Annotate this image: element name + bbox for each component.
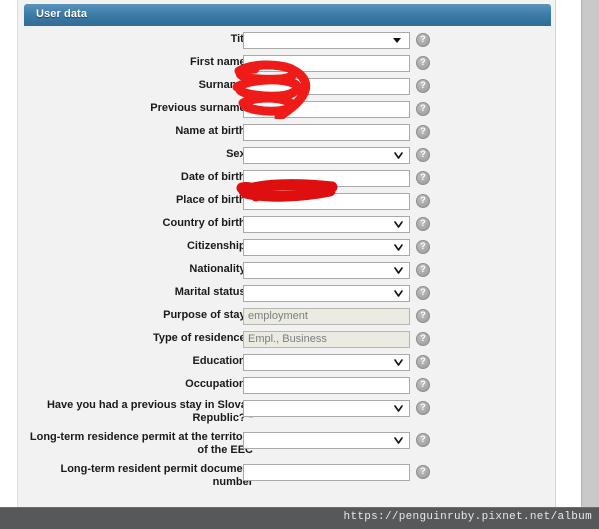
help-icon[interactable] [416, 378, 430, 392]
label-nationality: Nationality * [23, 263, 253, 276]
select-marital-status[interactable] [243, 285, 410, 302]
label-citizenship: Citizenship * [23, 240, 253, 253]
form-row: Long-term resident permit document numbe… [18, 462, 557, 494]
form-row: Title [18, 30, 557, 53]
help-icon[interactable] [416, 217, 430, 231]
label-marital-status: Marital status * [23, 286, 253, 299]
form-row: Nationality * [18, 260, 557, 283]
label-long-term-residence-permit-at-the-territory-of: Long-term residence permit at the territ… [29, 431, 253, 456]
input-place-of-birth[interactable] [243, 193, 410, 210]
label-have-you-had-a-previous-stay-in-slovak-republi: Have you had a previous stay in Slovak R… [46, 399, 253, 424]
form-row: Purpose of stay *employment [18, 306, 557, 329]
label-surname: Surname * [23, 79, 253, 92]
help-icon[interactable] [416, 286, 430, 300]
help-icon[interactable] [416, 148, 430, 162]
form-row: Education * [18, 352, 557, 375]
form-row: Previous surname * [18, 99, 557, 122]
help-icon[interactable] [416, 79, 430, 93]
label-purpose-of-stay: Purpose of stay * [23, 309, 253, 322]
input-date-of-birth[interactable] [243, 170, 410, 187]
user-data-panel: User data Title First name * Surname * Prev… [17, 0, 556, 516]
help-icon[interactable] [416, 355, 430, 369]
form-row: Place of birth * [18, 191, 557, 214]
help-icon[interactable] [416, 240, 430, 254]
input-occupation[interactable] [243, 377, 410, 394]
help-icon[interactable] [416, 401, 430, 415]
form-row: Type of residence *Empl., Business [18, 329, 557, 352]
select-long-term-residence-permit-at-the-territory-of[interactable] [243, 432, 410, 449]
help-icon[interactable] [416, 56, 430, 70]
select-nationality[interactable] [243, 262, 410, 279]
label-previous-surname: Previous surname * [23, 102, 253, 115]
input-type-of-residence[interactable]: Empl., Business [243, 331, 410, 348]
input-surname[interactable] [243, 78, 410, 95]
input-long-term-resident-permit-document-number[interactable] [243, 464, 410, 481]
help-icon[interactable] [416, 433, 430, 447]
select-have-you-had-a-previous-stay-in-slovak-republi[interactable] [243, 400, 410, 417]
browser-scrollbar-strip[interactable] [581, 0, 599, 529]
form-row: Date of birth * [18, 168, 557, 191]
label-type-of-residence: Type of residence * [23, 332, 253, 345]
panel-header: User data [24, 4, 551, 26]
watermark-url: https://penguinruby.pixnet.net/album [343, 511, 592, 523]
form-row: Have you had a previous stay in Slovak R… [18, 398, 557, 430]
watermark-bar: https://penguinruby.pixnet.net/album [0, 507, 599, 529]
form-row: Marital status * [18, 283, 557, 306]
help-icon[interactable] [416, 465, 430, 479]
select-citizenship[interactable] [243, 239, 410, 256]
help-icon[interactable] [416, 33, 430, 47]
form-row: Surname * [18, 76, 557, 99]
help-icon[interactable] [416, 102, 430, 116]
label-place-of-birth: Place of birth * [23, 194, 253, 207]
form-row: Name at birth * [18, 122, 557, 145]
input-previous-surname[interactable] [243, 101, 410, 118]
form-row: Occupation * [18, 375, 557, 398]
label-name-at-birth: Name at birth * [23, 125, 253, 138]
label-title: Title [230, 33, 253, 45]
help-icon[interactable] [416, 171, 430, 185]
label-occupation: Occupation * [23, 378, 253, 391]
input-first-name[interactable] [243, 55, 410, 72]
form-row: Sex * [18, 145, 557, 168]
help-icon[interactable] [416, 125, 430, 139]
select-sex[interactable] [243, 147, 410, 164]
form-row: First name * [18, 53, 557, 76]
label-first-name: First name * [23, 56, 253, 69]
form-row: Citizenship * [18, 237, 557, 260]
user-data-form: Title First name * Surname * Previous surna… [18, 30, 557, 494]
help-icon[interactable] [416, 263, 430, 277]
form-row: Long-term residence permit at the territ… [18, 430, 557, 462]
label-education: Education * [23, 355, 253, 368]
label-country-of-birth: Country of birth * [23, 217, 253, 230]
form-row: Country of birth * [18, 214, 557, 237]
label-sex: Sex * [23, 148, 253, 161]
input-purpose-of-stay[interactable]: employment [243, 308, 410, 325]
help-icon[interactable] [416, 309, 430, 323]
label-date-of-birth: Date of birth * [23, 171, 253, 184]
help-icon[interactable] [416, 194, 430, 208]
page-title: User data [36, 8, 88, 20]
select-title[interactable] [243, 32, 410, 49]
screenshot-root: User data Title First name * Surname * Prev… [0, 0, 599, 529]
help-icon[interactable] [416, 332, 430, 346]
input-name-at-birth[interactable] [243, 124, 410, 141]
label-long-term-resident-permit-document-number: Long-term resident permit document numbe… [60, 463, 253, 488]
select-country-of-birth[interactable] [243, 216, 410, 233]
select-education[interactable] [243, 354, 410, 371]
